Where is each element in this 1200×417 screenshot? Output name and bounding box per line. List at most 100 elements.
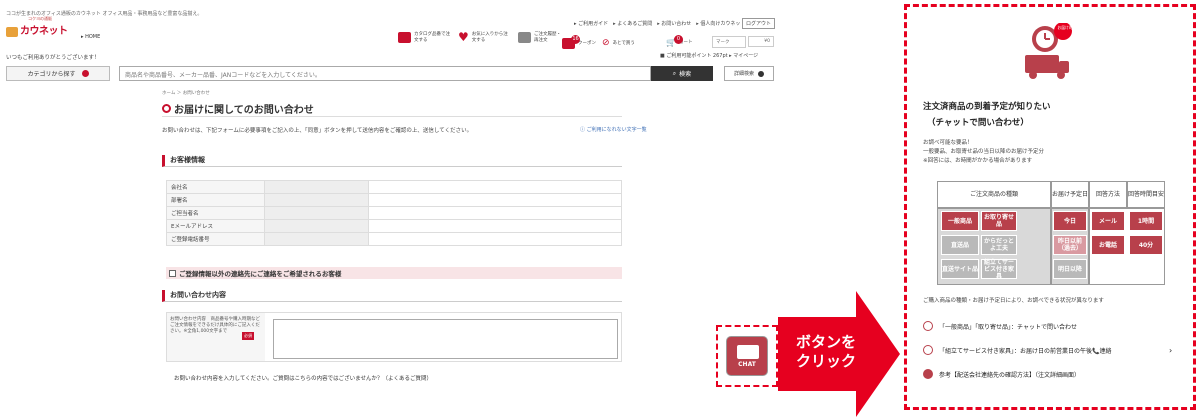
delivery-clock-icon: [1025, 23, 1072, 79]
delivery-truck-icon: [737, 345, 759, 359]
intro-text: お問い合わせは、下記フォームに必要事項をご記入の上、「同意」ボタンを押して送信内…: [162, 128, 473, 134]
chat-button[interactable]: CHAT: [726, 336, 768, 376]
grid-cell: 直送サイト品: [941, 259, 979, 279]
cart-mark-box: マーク: [712, 36, 746, 48]
page-title: お届けに関してのお問い合わせ: [162, 101, 314, 116]
grid-header-method: 回答方法: [1089, 181, 1127, 208]
info-icon: [923, 369, 933, 379]
other-contact-checkbox[interactable]: [169, 269, 176, 277]
header-later[interactable]: ⊘ あとで買う: [602, 38, 635, 50]
chat-bubble-icon: [923, 321, 933, 331]
field-value: [368, 193, 622, 207]
header-history-label: ご注文履歴・再注文: [534, 32, 561, 43]
detail-search-button[interactable]: 詳細検索: [724, 66, 774, 81]
field-value: [264, 193, 369, 207]
chevron-down-icon: [758, 70, 764, 77]
search-input[interactable]: 商品名や商品番号、メーカー品番、JANコードなどを入力してください。: [119, 66, 651, 81]
category-search-button[interactable]: カテゴリから探す: [6, 66, 110, 81]
search-button-label: 検索: [679, 71, 692, 78]
search-button[interactable]: ⌕ 検索: [651, 66, 713, 81]
page-title-text: お届けに関してのお問い合わせ: [174, 105, 314, 116]
field-value: [368, 219, 622, 233]
clip-icon: ⊘: [602, 38, 610, 48]
bottom-hint-text[interactable]: お問い合わせ内容を入力してください。ご質問はこちらの内容ではございませんか？（よ…: [174, 374, 432, 382]
field-value: [368, 232, 622, 246]
header-coupon[interactable]: 16 クーポン: [562, 35, 596, 49]
field-label: 会社名: [166, 180, 265, 194]
coupon-count-badge: 16: [571, 35, 580, 44]
grid-header-date: お届け予定日: [1051, 181, 1089, 208]
catalog-icon: [398, 32, 411, 44]
required-badge: 必須: [242, 332, 254, 340]
field-label: ご担当者名: [166, 206, 265, 220]
field-value: [368, 206, 622, 220]
grid-cell: からだっとよ工夫: [981, 235, 1017, 255]
availability-grid: ご注文商品の種類 お届け予定日 回答方法 回答時間目安 一般商品 お取り寄せ品 …: [937, 181, 1165, 285]
site-logo[interactable]: コクヨの通販 カウネット: [6, 16, 68, 37]
breadcrumb[interactable]: ホーム ＞ お問い合わせ: [162, 90, 210, 96]
logo-subtitle: コクヨの通販: [28, 16, 52, 21]
grid-cell: お取り寄せ品: [981, 211, 1017, 231]
other-contact-toggle[interactable]: ご登録情報以外の連絡先にご連絡をご希望されるお客様: [166, 267, 622, 279]
field-value: [264, 232, 369, 246]
grid-cell: 1時間: [1129, 211, 1163, 231]
chat-option-reference-label: 参考【配送会社連絡先の確認方法】（注文詳細画面）: [939, 371, 1081, 379]
delivery-badge-text: お届け時期: [1057, 25, 1077, 30]
grid-header-type: ご注文商品の種類: [937, 181, 1051, 208]
table-row: ご担当者名: [166, 206, 622, 220]
field-value: [264, 180, 369, 194]
home-link[interactable]: ▸ HOME: [81, 34, 100, 40]
field-value: [264, 219, 369, 233]
chat-option-furniture[interactable]: 「組立てサービス付き家具」：お届け日の前営業日の午後📞連絡 ›: [923, 345, 1193, 355]
grid-cell: 明日以降: [1053, 259, 1087, 279]
grid-cell: 40分: [1129, 235, 1163, 255]
chat-option-reference[interactable]: 参考【配送会社連絡先の確認方法】（注文詳細画面）: [923, 369, 1080, 379]
category-button-label: カテゴリから探す: [27, 71, 76, 78]
points-line[interactable]: ■ ご利用可能ポイント 267pt ▸ マイページ: [660, 52, 758, 59]
cart-total-box: ¥0: [748, 36, 774, 47]
header-favorites-label: お気に入りから注文する: [471, 32, 508, 43]
panel-title-line1: 注文済商品の到着予定が知りたい: [923, 102, 1051, 112]
logo-text: カウネット: [20, 26, 68, 37]
inquiry-heading: お問い合わせ内容: [162, 290, 622, 302]
inquiry-icon: [162, 104, 171, 113]
char-list-link[interactable]: ⓘ ご利用になれない文字一覧: [580, 126, 647, 133]
header-history[interactable]: ご注文履歴・再注文: [518, 32, 564, 44]
utility-links[interactable]: ▸ ご利用ガイド ▸ よくあるご質問 ▸ お問い合わせ ▸ 個人向けカウネット: [574, 20, 745, 27]
grid-cell: 一般商品: [941, 211, 979, 231]
search-icon: ⌕: [672, 69, 677, 77]
panel-title-line2: （チャットで問い合わせ）: [927, 118, 1029, 128]
field-value: [368, 180, 622, 194]
field-value: [264, 206, 369, 220]
table-row: 会社名: [166, 180, 622, 194]
header-cart[interactable]: 🛒 0 カート: [666, 35, 692, 48]
header-catalog-order[interactable]: カタログ品番で注文する: [398, 32, 452, 44]
chat-option-general[interactable]: 「一般商品」「取り寄せ品」：チャットで問い合わせ: [923, 321, 1077, 331]
logout-button[interactable]: ログアウト: [742, 18, 776, 29]
field-label: ご登録電話番号: [166, 232, 265, 246]
table-row: 部署名: [166, 193, 622, 207]
desc-line2: 一般要品、お取寄せ品の当日以降のお届け予定分: [923, 149, 1045, 155]
customer-info-heading: お客様情報: [162, 155, 622, 167]
availability-note: ご購入商品の種類・お届け予定日により、お調べできる状況が異なります: [923, 298, 1104, 304]
header-catalog-label: カタログ品番で注文する: [414, 32, 450, 43]
grid-cell: 昨日以前（過去）: [1053, 235, 1087, 255]
logo-mark-icon: [6, 27, 18, 37]
table-row: Eメールアドレス: [166, 219, 622, 233]
panel-title: 注文済商品の到着予定が知りたい （チャットで問い合わせ）: [923, 99, 1051, 131]
notebook-icon: [923, 345, 933, 355]
chat-button-label: CHAT: [738, 361, 756, 368]
chat-panel: お届け時期 注文済商品の到着予定が知りたい （チャットで問い合わせ） お調べ可能…: [904, 4, 1196, 410]
other-contact-label: ご登録情報以外の連絡先にご連絡をご希望されるお客様: [179, 270, 342, 278]
header-favorites-order[interactable]: ♥ お気に入りから注文する: [458, 31, 510, 44]
detail-search-label: 詳細検索: [733, 71, 754, 77]
inquiry-textarea[interactable]: [273, 319, 618, 359]
callout-line1: ボタンを: [795, 333, 856, 351]
chevron-down-icon: [81, 70, 89, 77]
header-later-label: あとで買う: [612, 40, 635, 46]
chat-option-general-label: 「一般商品」「取り寄せ品」：チャットで問い合わせ: [939, 323, 1077, 331]
inquiry-field: お問い合わせ内容 商品番号や購入時期など ご注文情報をできるだけ具体的にご記入く…: [166, 312, 622, 362]
field-label: 部署名: [166, 193, 265, 207]
desc-line3: ※回答には、お時間がかかる場合があります: [923, 158, 1033, 164]
callout-line2: クリック: [795, 352, 856, 370]
